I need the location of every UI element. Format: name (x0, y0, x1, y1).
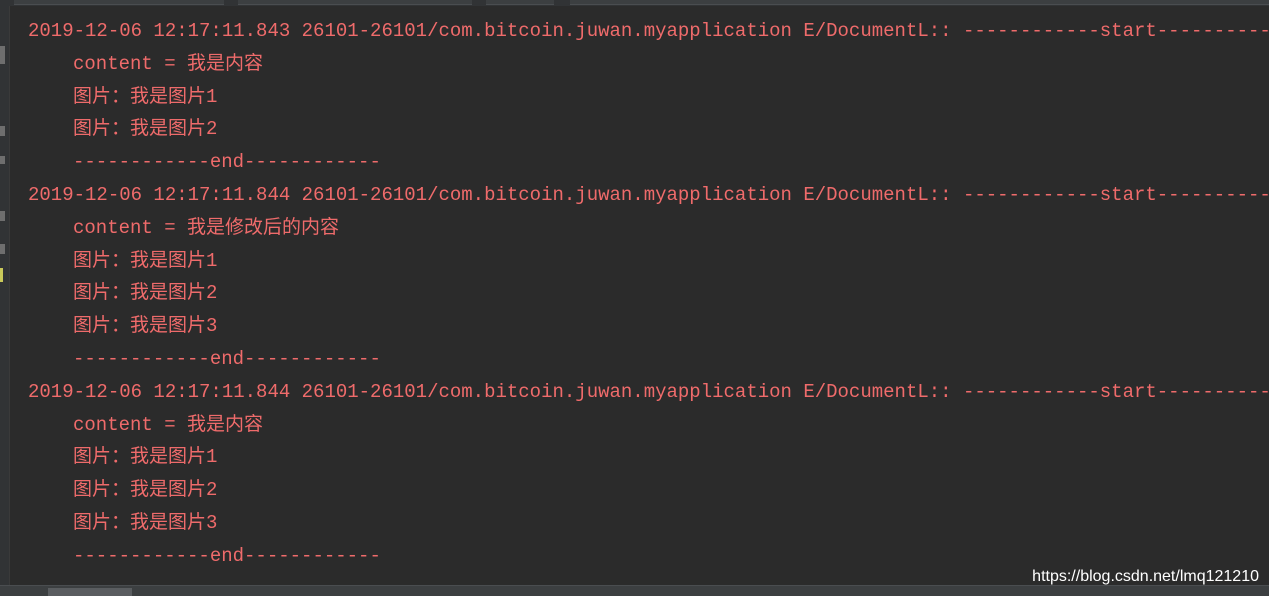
log-body-line: ------------end------------ (73, 151, 381, 174)
top-tab[interactable] (238, 0, 472, 5)
log-body-line: content = 我是修改后的内容 (73, 216, 340, 239)
log-body-line: ------------end------------ (73, 347, 381, 370)
log-body-line: 图片：我是图片2 (73, 282, 218, 305)
log-header-line: 2019-12-06 12:17:11.844 26101-26101/com.… (28, 380, 1269, 403)
gutter-marker-highlight (0, 268, 3, 282)
log-header-line: 2019-12-06 12:17:11.843 26101-26101/com.… (28, 20, 1269, 42)
top-tab[interactable] (570, 0, 1269, 5)
log-body-line: 图片：我是图片3 (73, 315, 218, 338)
log-body-line: 图片：我是图片1 (73, 249, 218, 272)
gutter-marker (0, 156, 5, 164)
log-body-line: 图片：我是图片3 (73, 511, 218, 534)
log-body-line: 图片：我是图片1 (73, 85, 218, 108)
logcat-window: 2019-12-06 12:17:11.843 26101-26101/com.… (0, 0, 1269, 596)
top-tab-strip (0, 0, 1269, 6)
log-header-line: 2019-12-06 12:17:11.844 26101-26101/com.… (28, 183, 1269, 206)
gutter-marker (0, 126, 5, 136)
log-body-line: 图片：我是图片2 (73, 118, 218, 141)
log-body-line: content = 我是内容 (73, 413, 264, 436)
left-gutter (0, 6, 10, 586)
gutter-marker[interactable] (0, 46, 5, 64)
watermark-url: https://blog.csdn.net/lmq121210 (1032, 568, 1259, 585)
gutter-marker (0, 244, 5, 254)
log-body-line: 图片：我是图片2 (73, 479, 218, 502)
bottom-status-bar (0, 585, 1269, 596)
gutter-marker (0, 211, 5, 221)
log-body-line: 图片：我是图片1 (73, 446, 218, 469)
log-body-line: content = 我是内容 (73, 52, 264, 75)
log-output: 2019-12-06 12:17:11.843 26101-26101/com.… (28, 15, 1269, 573)
top-tab[interactable] (486, 0, 554, 5)
status-tab[interactable] (48, 588, 132, 596)
top-tab[interactable] (14, 0, 224, 5)
